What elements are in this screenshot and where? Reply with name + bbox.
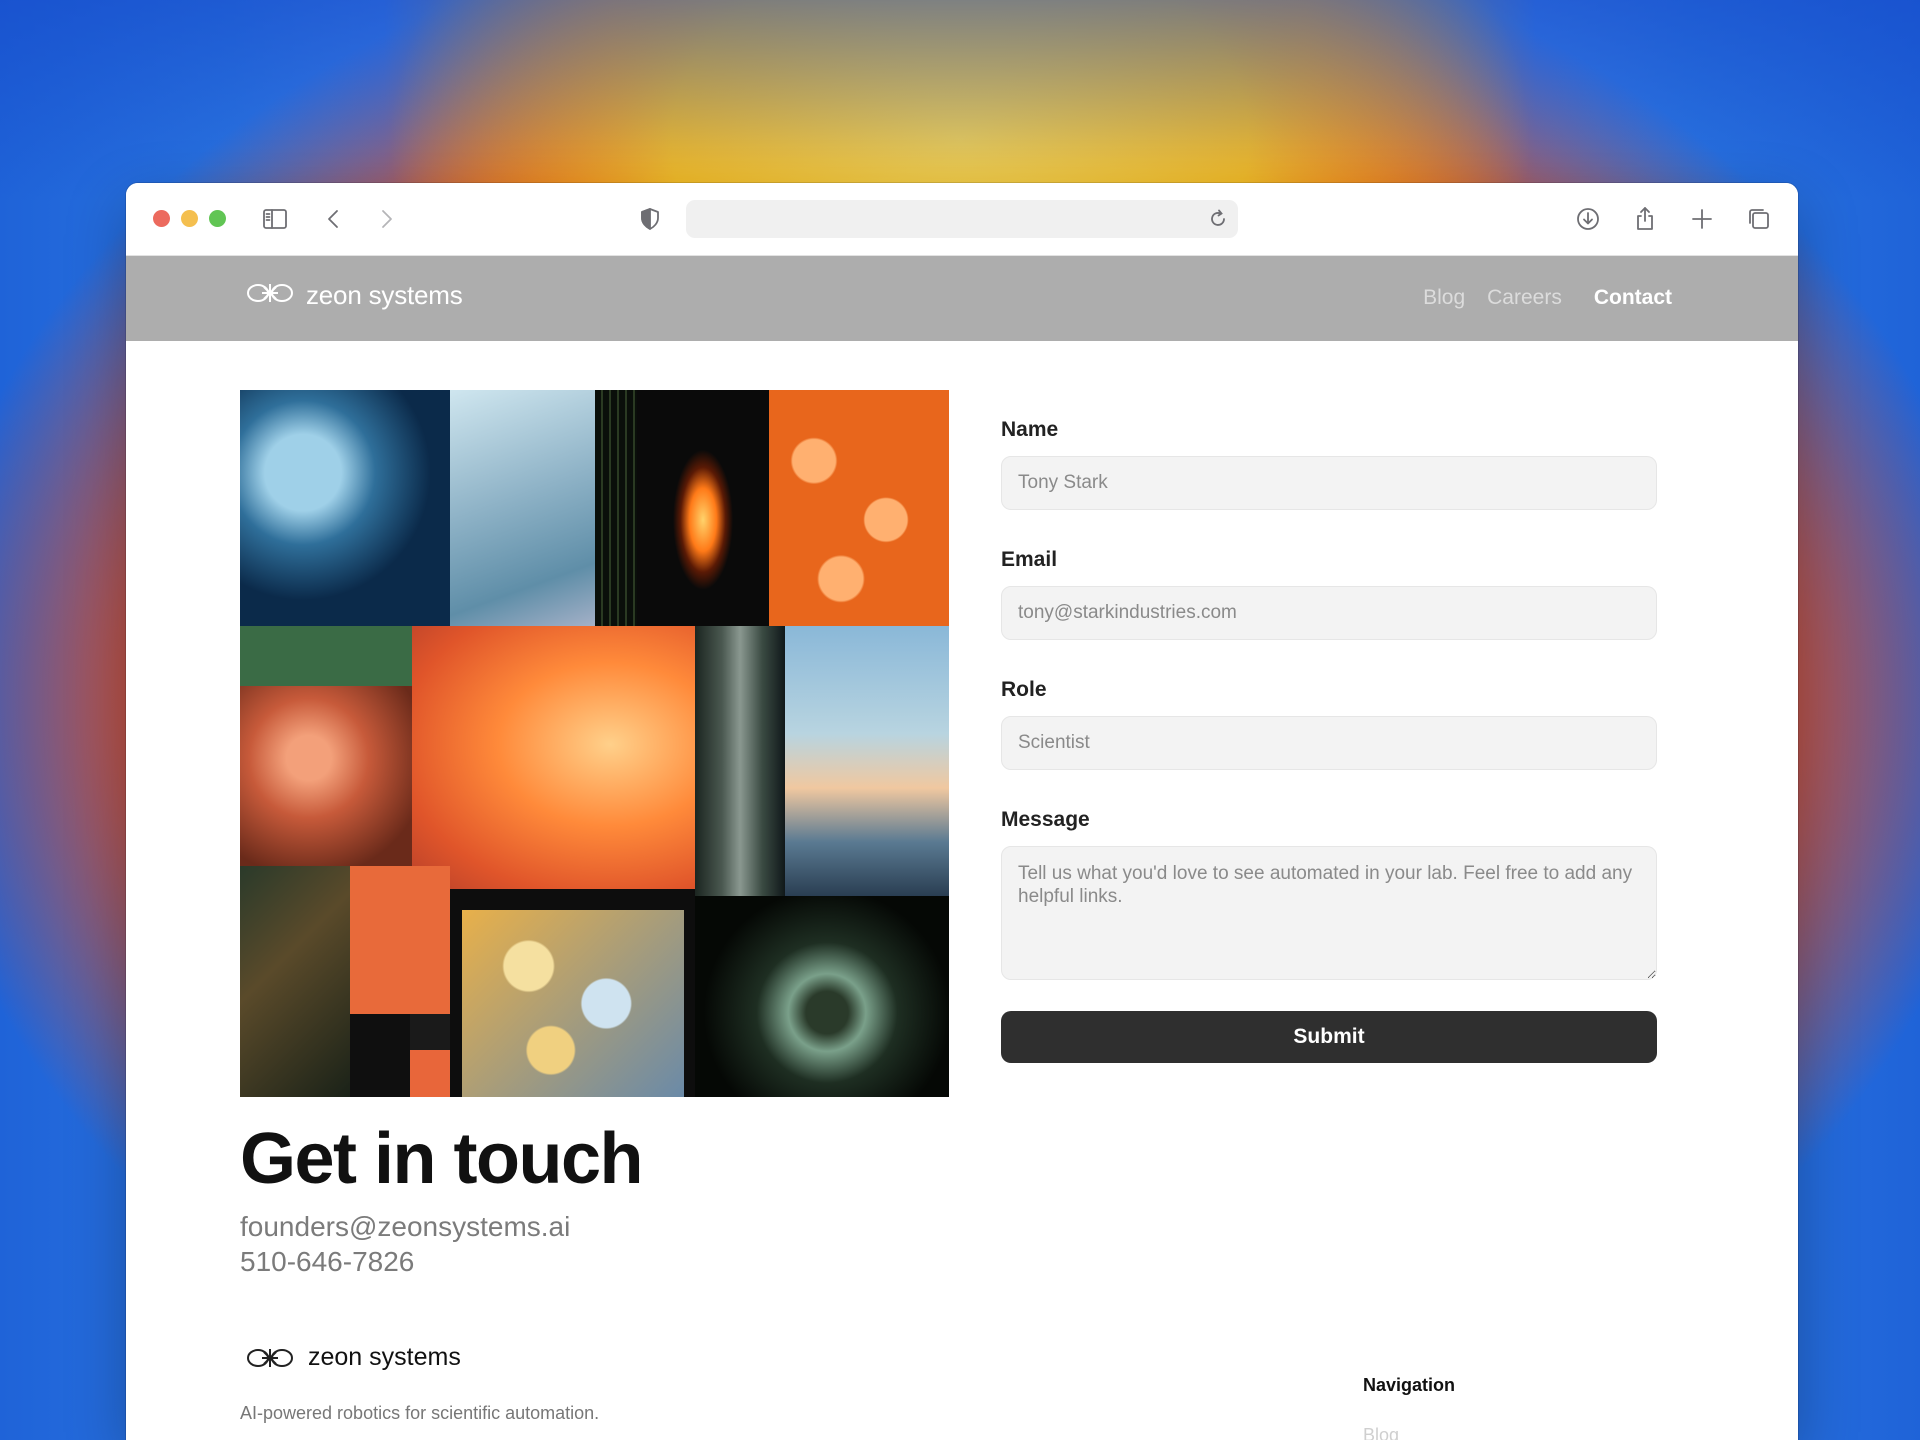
close-window-button[interactable] [153,210,170,227]
back-icon[interactable] [318,203,350,235]
page-title: Get in touch [240,1119,643,1199]
collage-tile-flame [637,390,769,626]
collage-tile-marble [240,866,350,1097]
collage-tile-orange-texture [769,390,949,626]
forward-icon[interactable] [370,203,402,235]
zeon-logo-icon [247,1348,293,1367]
contact-phone-link[interactable]: 510-646-7826 [240,1246,414,1278]
collage-tile-red-cells [240,686,412,866]
submit-button[interactable]: Submit [1001,1011,1657,1063]
address-bar[interactable] [686,200,1238,238]
nav-link-contact[interactable]: Contact [1594,286,1672,310]
role-label: Role [1001,678,1047,701]
brand-name: zeon systems [306,280,463,310]
contact-form: Name Email Role Message Submit [1001,418,1657,1063]
collage-tile-cells-pale [450,390,595,660]
new-tab-icon[interactable] [1686,203,1718,235]
footer-nav-link-blog[interactable]: Blog [1363,1425,1399,1440]
reload-icon[interactable] [1204,205,1232,233]
email-input[interactable] [1001,586,1657,640]
sidebar-icon[interactable] [259,203,291,235]
collage-tile-coral-block [350,866,450,1014]
shield-icon[interactable] [634,203,666,235]
collage-tile-grid [595,390,637,626]
minimize-window-button[interactable] [181,210,198,227]
download-icon[interactable] [1572,203,1604,235]
name-input[interactable] [1001,456,1657,510]
collage-tile-window-view [785,626,949,896]
footer-tagline: AI-powered robotics for scientific autom… [240,1403,600,1423]
brand-link[interactable]: zeon systems [246,280,463,311]
collage-tile-bubbles [462,910,684,1097]
nav-link-careers[interactable]: Careers [1487,286,1562,310]
collage-tile-green-block [240,626,412,686]
footer-brand-name: zeon systems [308,1343,461,1371]
collage-tile-dark-block [350,1014,410,1097]
collage-tile-metal-hinge [695,626,785,896]
browser-toolbar [126,183,1798,256]
zoom-window-button[interactable] [209,210,226,227]
collage-tile-urchin [695,896,949,1097]
nav-link-blog[interactable]: Blog [1423,286,1465,310]
zeon-logo-icon [246,281,294,310]
email-label: Email [1001,548,1058,571]
contact-email-link[interactable]: founders@zeonsystems.ai [240,1211,570,1243]
main-nav: Blog Careers Contact [1423,286,1672,310]
hero-collage-image [240,390,949,1097]
share-icon[interactable] [1629,203,1661,235]
name-label: Name [1001,418,1059,441]
footer-nav-heading: Navigation [1363,1375,1456,1395]
site-header: zeon systems Blog Careers Contact [126,256,1798,341]
collage-tile-cells-blue [240,390,450,626]
browser-window: zeon systems Blog Careers Contact Get in… [126,183,1798,1440]
message-textarea[interactable] [1001,846,1657,980]
role-input[interactable] [1001,716,1657,770]
footer-brand[interactable]: zeon systems [246,1343,461,1372]
message-label: Message [1001,808,1090,831]
collage-tile-orange-smoke [412,626,695,889]
collage-tile-orange-square [410,1050,450,1097]
tabs-overview-icon[interactable] [1743,203,1775,235]
